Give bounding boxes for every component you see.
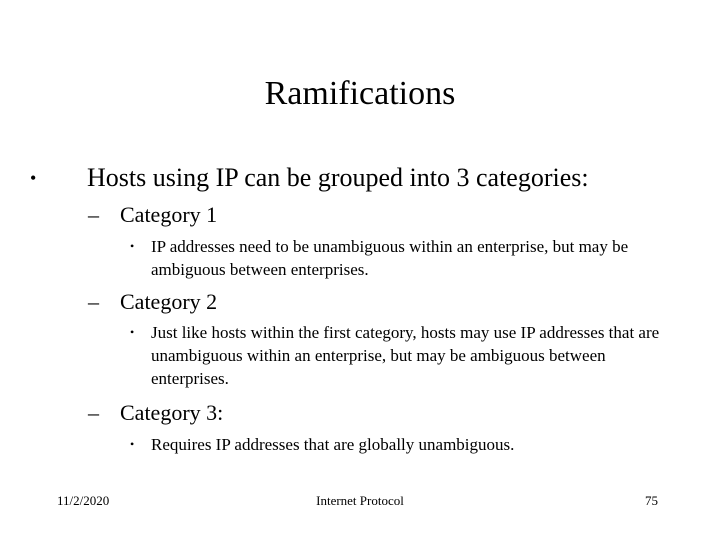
dash-icon: –: [88, 289, 99, 314]
dash-icon: –: [88, 202, 99, 227]
category-3-label: Category 3:: [120, 400, 224, 425]
bullet-icon: •: [30, 168, 37, 188]
bullet-icon: •: [130, 325, 135, 339]
category-1-detail-text: IP addresses need to be unambiguous with…: [151, 237, 629, 279]
category-2-label: Category 2: [120, 289, 218, 314]
category-1-detail: • IP addresses need to be unambiguous wi…: [130, 235, 660, 281]
footer-title: Internet Protocol: [316, 493, 404, 508]
category-3-detail-text: Requires IP addresses that are globally …: [151, 435, 515, 454]
category-2-detail: • Just like hosts within the first categ…: [130, 321, 660, 390]
category-3-detail: • Requires IP addresses that are globall…: [130, 433, 660, 456]
main-bullet-text: Hosts using IP can be grouped into 3 cat…: [87, 163, 589, 192]
bullet-icon: •: [130, 239, 135, 253]
dash-icon: –: [88, 400, 99, 425]
category-1-label: Category 1: [120, 202, 218, 227]
bullet-icon: •: [130, 437, 135, 451]
category-2-detail-text: Just like hosts within the first categor…: [151, 323, 660, 388]
footer-page-number: 75: [645, 493, 658, 508]
slide-title: Ramifications: [264, 75, 456, 112]
